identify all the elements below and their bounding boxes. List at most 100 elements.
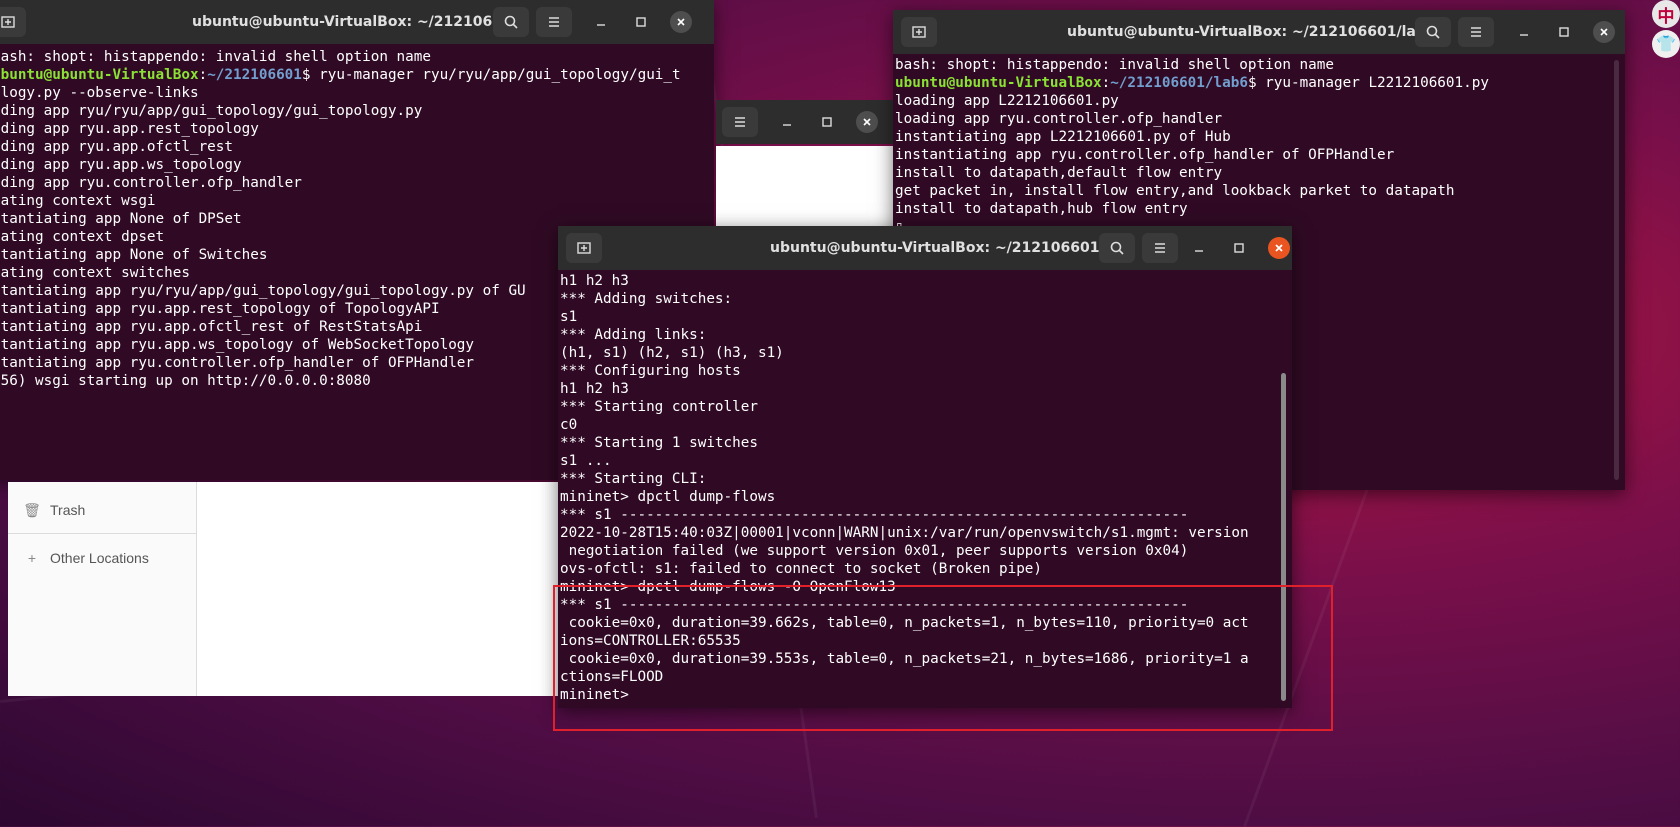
prompt-tail: $ <box>301 67 320 83</box>
terminal-line: negotiation failed (we support version 0… <box>558 542 1292 560</box>
terminal-line-text: h1 h2 h3 <box>560 273 629 289</box>
minimize-icon <box>1195 250 1203 252</box>
new-tab-button[interactable] <box>566 233 602 263</box>
background-window[interactable] <box>716 100 896 240</box>
scrollbar[interactable] <box>1614 60 1619 480</box>
minimize-button[interactable] <box>1188 237 1210 259</box>
terminal-line: mininet> dpctl dump-flows <box>558 488 1292 506</box>
input-method-icon[interactable]: 中 <box>1652 0 1680 28</box>
terminal-line-text: loading app ryu.controller.ofp_handler <box>895 111 1223 127</box>
terminal-line-text: ryu-manager ryu/ryu/app/gui_topology/gui… <box>319 67 681 83</box>
terminal-line: ubuntu@ubuntu-VirtualBox:~/212106601/lab… <box>893 74 1625 92</box>
maximize-button[interactable] <box>1553 21 1575 43</box>
terminal-line-text: bash: shopt: histappendo: invalid shell … <box>0 49 431 65</box>
menu-button[interactable] <box>536 7 572 37</box>
terminal-line-text: *** Starting 1 switches <box>560 435 758 451</box>
terminal-line-text: 056) wsgi starting up on http://0.0.0.0:… <box>0 373 371 389</box>
prompt-user: ubuntu@ubuntu-VirtualBox <box>0 67 199 83</box>
menu-button[interactable] <box>722 107 758 137</box>
close-button[interactable] <box>1268 237 1290 259</box>
files-window[interactable]: 🗑 Trash + Other Locations <box>8 482 564 696</box>
maximize-icon <box>1559 27 1569 37</box>
terminal-line-text: install to datapath,hub flow entry <box>895 201 1188 217</box>
minimize-icon <box>783 124 791 126</box>
hamburger-icon <box>1155 243 1165 253</box>
terminal-line: loading app L2212106601.py <box>893 92 1625 110</box>
search-icon <box>1110 241 1124 255</box>
window-title: ubuntu@ubuntu-VirtualBox: ~/212106601 <box>192 14 522 30</box>
close-button[interactable] <box>856 111 878 133</box>
terminal-line-text: ryu-manager L2212106601.py <box>1265 75 1489 91</box>
search-icon <box>1426 25 1440 39</box>
titlebar: ubuntu@ubuntu-VirtualBox: ~/212106601 <box>558 226 1292 270</box>
shirt-icon[interactable]: 👕 <box>1652 30 1680 58</box>
new-tab-button[interactable] <box>901 17 937 47</box>
prompt-user: ubuntu@ubuntu-VirtualBox <box>895 75 1102 91</box>
terminal-line-text: stantiating app ryu.controller.ofp_handl… <box>0 355 475 371</box>
terminal-line-text: bash: shopt: histappendo: invalid shell … <box>895 57 1334 73</box>
terminal-line: *** Starting 1 switches <box>558 434 1292 452</box>
terminal-line-text: stantiating app ryu.app.rest_topology of… <box>0 301 440 317</box>
terminal-line: ading app ryu.app.ws_topology <box>0 156 714 174</box>
prompt-tail: $ <box>1247 75 1266 91</box>
search-icon <box>504 15 518 29</box>
maximize-button[interactable] <box>816 111 838 133</box>
terminal-line-text: s1 ... <box>560 453 612 469</box>
maximize-button[interactable] <box>630 11 652 33</box>
terminal-line: (h1, s1) (h2, s1) (h3, s1) <box>558 344 1292 362</box>
close-button[interactable] <box>1593 21 1615 43</box>
terminal-line-text: eating context wsgi <box>0 193 156 209</box>
sidebar-item-other-locations[interactable]: + Other Locations <box>8 538 196 578</box>
new-tab-icon <box>577 242 591 254</box>
terminal-line: *** s1 ---------------------------------… <box>558 506 1292 524</box>
terminal-line-text: h1 h2 h3 <box>560 381 629 397</box>
files-sidebar: 🗑 Trash + Other Locations <box>8 482 197 696</box>
minimize-button[interactable] <box>776 111 798 133</box>
terminal-line: ology.py --observe-links <box>0 84 714 102</box>
terminal-line-text: *** Adding links: <box>560 327 707 343</box>
terminal-line-text: *** Configuring hosts <box>560 363 741 379</box>
minimize-button[interactable] <box>1513 21 1535 43</box>
menu-button[interactable] <box>1458 17 1494 47</box>
menu-button[interactable] <box>1142 233 1178 263</box>
terminal-line: *** Configuring hosts <box>558 362 1292 380</box>
terminal-line: h1 h2 h3 <box>558 272 1292 290</box>
terminal-line: get packet in, install flow entry,and lo… <box>893 182 1625 200</box>
terminal-line: *** Adding links: <box>558 326 1292 344</box>
terminal-line-text: *** Starting controller <box>560 399 758 415</box>
terminal-line-text: instantiating app L2212106601.py of Hub <box>895 129 1231 145</box>
terminal-line: *** Starting CLI: <box>558 470 1292 488</box>
terminal-line-text: ading app ryu.app.rest_topology <box>0 121 259 137</box>
terminal-line-text: c0 <box>560 417 578 433</box>
terminal-line-text: eating context switches <box>0 265 190 281</box>
terminal-line: c0 <box>558 416 1292 434</box>
terminal-line-text: ading app ryu.controller.ofp_handler <box>0 175 302 191</box>
close-icon <box>1600 28 1608 36</box>
hamburger-icon <box>735 117 745 127</box>
terminal-line-text: stantiating app None of DPSet <box>0 211 242 227</box>
maximize-button[interactable] <box>1228 237 1250 259</box>
search-button[interactable] <box>1099 233 1135 263</box>
new-tab-icon <box>1 16 15 28</box>
new-tab-button[interactable] <box>0 7 26 37</box>
search-button[interactable] <box>1415 17 1451 47</box>
terminal-line: ading app ryu.app.rest_topology <box>0 120 714 138</box>
terminal-line-text: loading app L2212106601.py <box>895 93 1119 109</box>
minimize-button[interactable] <box>590 11 612 33</box>
terminal-line-text: *** Starting CLI: <box>560 471 707 487</box>
terminal-line-text: (h1, s1) (h2, s1) (h3, s1) <box>560 345 784 361</box>
terminal-line: ubuntu@ubuntu-VirtualBox:~/212106601$ ry… <box>0 66 714 84</box>
terminal-line-text: stantiating app None of Switches <box>0 247 268 263</box>
terminal-line: ading app ryu/ryu/app/gui_topology/gui_t… <box>0 102 714 120</box>
terminal-line: s1 <box>558 308 1292 326</box>
hamburger-icon <box>1471 27 1481 37</box>
window-title: ubuntu@ubuntu-VirtualBox: ~/212106601/la… <box>1067 24 1436 40</box>
prompt-colon: : <box>198 67 208 83</box>
search-button[interactable] <box>493 7 529 37</box>
close-button[interactable] <box>670 11 692 33</box>
terminal-line: ading app ryu.controller.ofp_handler <box>0 174 714 192</box>
terminal-line: 2022-10-28T15:40:03Z|00001|vconn|WARN|un… <box>558 524 1292 542</box>
sidebar-item-trash[interactable]: 🗑 Trash <box>8 490 196 530</box>
prompt-colon: : <box>1101 75 1111 91</box>
terminal-line: ovs-ofctl: s1: failed to connect to sock… <box>558 560 1292 578</box>
